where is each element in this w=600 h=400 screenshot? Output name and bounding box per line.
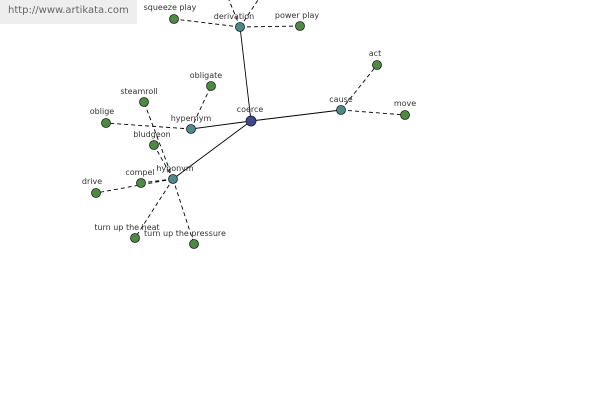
node-turn-up-the-heat[interactable] — [130, 233, 140, 243]
node-cause[interactable] — [336, 105, 346, 115]
label-hyponym: hyponym — [156, 164, 194, 173]
label-oblige: oblige — [90, 107, 114, 116]
label-steamroll: steamroll — [120, 87, 157, 96]
node-oblige[interactable] — [101, 118, 111, 128]
node-move[interactable] — [400, 110, 410, 120]
label-bludgeon: bludgeon — [133, 130, 170, 139]
semantic-network-graph: coerce derivation cause hypernym hyponym sque… — [82, 0, 416, 249]
node-steamroll[interactable] — [139, 97, 149, 107]
edge-cause-move — [340, 109, 406, 116]
node-hyponym[interactable] — [168, 174, 178, 184]
label-power-play: power play — [275, 11, 319, 20]
node-compel[interactable] — [136, 178, 146, 188]
label-coerce: coerce — [237, 105, 264, 114]
node-obligate[interactable] — [206, 81, 216, 91]
label-hypernym: hypernym — [171, 114, 212, 123]
node-bludgeon[interactable] — [149, 140, 159, 150]
node-turn-up-the-pressure[interactable] — [189, 239, 199, 249]
edge-derivation-power-play — [239, 25, 301, 28]
node-drive[interactable] — [91, 188, 101, 198]
label-compel: compel — [125, 168, 154, 177]
label-squeeze-play: squeeze play — [144, 3, 197, 12]
node-hypernym[interactable] — [186, 124, 196, 134]
node-coerce[interactable] — [245, 115, 257, 127]
edge-hyponym-drive — [95, 178, 174, 194]
edge-hypernym-oblige — [105, 122, 192, 130]
label-move: move — [394, 99, 416, 108]
node-derivation[interactable] — [235, 22, 245, 32]
node-squeeze-play[interactable] — [169, 14, 179, 24]
label-drive: drive — [82, 177, 102, 186]
edge-coerce-cause — [250, 109, 342, 122]
label-act: act — [369, 49, 381, 58]
edge-hyponym-bludgeon — [153, 144, 174, 180]
label-turn-up-the-pressure: turn up the pressure — [144, 229, 226, 238]
node-power-play[interactable] — [295, 21, 305, 31]
label-cause: cause — [329, 95, 353, 104]
label-obligate: obligate — [190, 71, 223, 80]
node-act[interactable] — [372, 60, 382, 70]
label-derivation: derivation — [214, 12, 254, 21]
